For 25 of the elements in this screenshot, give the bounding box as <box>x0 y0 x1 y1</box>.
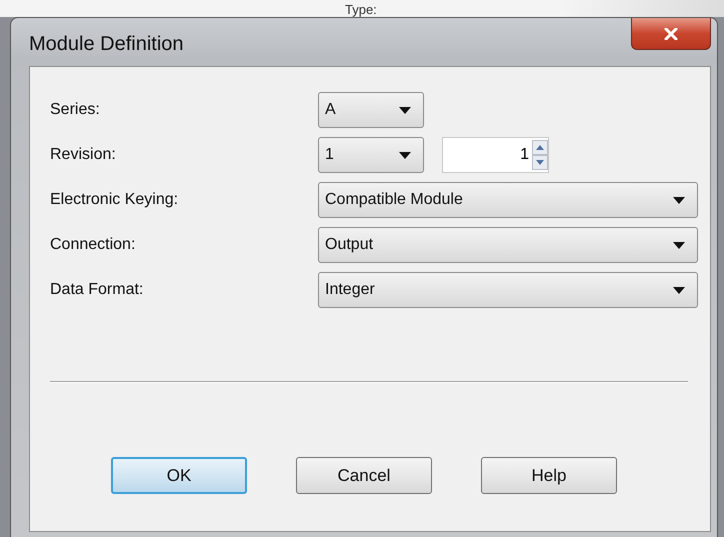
dropdown-arrow-icon <box>399 152 411 158</box>
dialog-button[interactable]: Cancel <box>296 457 432 494</box>
dropdown[interactable]: Integer <box>318 272 698 308</box>
dialog-button[interactable]: OK <box>111 457 247 494</box>
field-label: Series: <box>50 101 101 119</box>
close-icon <box>664 28 678 40</box>
field-label: Data Format: <box>50 281 144 299</box>
dropdown[interactable]: Compatible Module <box>318 182 698 218</box>
dropdown-arrow-icon <box>673 286 685 294</box>
field-label: Electronic Keying: <box>50 191 180 209</box>
dropdown-arrow-icon <box>673 242 685 248</box>
spin-down-icon[interactable] <box>532 155 548 170</box>
close-button[interactable] <box>631 18 711 50</box>
field-label: Revision: <box>50 146 117 164</box>
field-label: Connection: <box>50 236 136 254</box>
spinner-field[interactable]: 1 <box>442 137 549 173</box>
dialog-button[interactable]: Help <box>481 457 617 494</box>
dropdown-arrow-icon <box>399 106 411 114</box>
dropdown[interactable]: 1 <box>318 137 424 173</box>
window-title: Module Definition <box>29 33 184 56</box>
dropdown[interactable]: A <box>318 92 424 128</box>
spin-up-icon[interactable] <box>532 140 548 155</box>
dropdown[interactable]: Output <box>318 227 698 263</box>
background-label: Type: <box>345 2 377 17</box>
dropdown-arrow-icon <box>673 196 685 204</box>
